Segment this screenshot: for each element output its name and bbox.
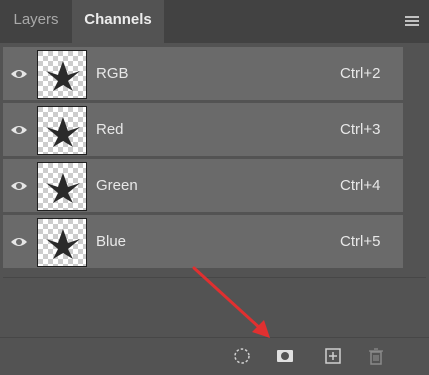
panel-menu-icon[interactable]: [405, 16, 419, 28]
channel-name: Red: [96, 121, 124, 138]
channel-name: RGB: [96, 65, 129, 82]
eye-icon[interactable]: [10, 122, 28, 138]
panel-tab-bar: Layers Channels: [0, 0, 429, 43]
channel-row-green[interactable]: Green Ctrl+4: [3, 159, 403, 213]
channel-row-red[interactable]: Red Ctrl+3: [3, 103, 403, 157]
red-annotation-arrow: [192, 266, 270, 338]
panel-footer: [0, 337, 429, 375]
tab-channels[interactable]: Channels: [72, 0, 164, 43]
channel-thumbnail: [37, 106, 87, 155]
channel-name: Blue: [96, 233, 127, 250]
channels-panel: Layers Channels RGB Ctrl+2 Red Ctrl+3 Gr…: [0, 0, 429, 375]
eye-icon[interactable]: [10, 234, 28, 250]
channel-shortcut: Ctrl+3: [340, 121, 381, 138]
channel-thumbnail: [37, 218, 87, 267]
delete-channel-icon[interactable]: [367, 347, 385, 365]
channel-shortcut: Ctrl+4: [340, 177, 381, 194]
new-channel-icon[interactable]: [324, 347, 342, 365]
channel-shortcut: Ctrl+2: [340, 65, 381, 82]
channel-row-blue[interactable]: Blue Ctrl+5: [3, 215, 403, 269]
channel-thumbnail: [37, 50, 87, 99]
channel-name: Green: [96, 177, 138, 194]
list-divider: [3, 277, 426, 278]
load-channel-as-selection-icon[interactable]: [233, 347, 251, 365]
channel-shortcut: Ctrl+5: [340, 233, 381, 250]
channel-thumbnail: [37, 162, 87, 211]
channel-row-rgb[interactable]: RGB Ctrl+2: [3, 47, 403, 101]
tab-layers[interactable]: Layers: [0, 0, 72, 43]
channel-list: RGB Ctrl+2 Red Ctrl+3 Green Ctrl+4 Blue …: [3, 47, 403, 273]
eye-icon[interactable]: [10, 66, 28, 82]
eye-icon[interactable]: [10, 178, 28, 194]
save-selection-as-channel-icon[interactable]: [276, 347, 294, 365]
